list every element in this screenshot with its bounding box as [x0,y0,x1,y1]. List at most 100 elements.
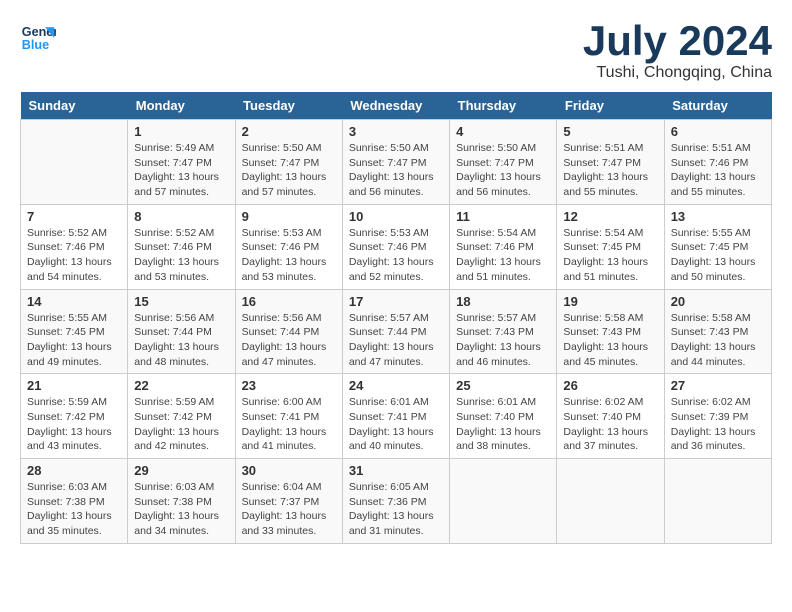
day-number: 27 [671,378,765,393]
day-info: Sunrise: 6:05 AMSunset: 7:36 PMDaylight:… [349,480,443,539]
day-info: Sunrise: 5:58 AMSunset: 7:43 PMDaylight:… [563,311,657,370]
day-cell: 16Sunrise: 5:56 AMSunset: 7:44 PMDayligh… [235,289,342,374]
day-number: 16 [242,294,336,309]
day-info: Sunrise: 5:51 AMSunset: 7:46 PMDaylight:… [671,141,765,200]
day-cell: 5 Sunrise: 5:51 AMSunset: 7:47 PMDaylight… [557,120,664,205]
day-cell: 6 Sunrise: 5:51 AMSunset: 7:46 PMDaylight… [664,120,771,205]
day-number: 20 [671,294,765,309]
day-info: Sunrise: 5:52 AMSunset: 7:46 PMDaylight:… [27,226,121,285]
page-header: General Blue July 2024 Tushi, Chongqing,… [20,20,772,82]
day-number: 1 [134,124,228,139]
day-cell: 21 Sunrise: 5:59 AMSunset: 7:42 PMDayligh… [21,374,128,459]
day-number: 19 [563,294,657,309]
day-number: 8 [134,209,228,224]
day-info: Sunrise: 5:52 AMSunset: 7:46 PMDaylight:… [134,226,228,285]
day-cell: 19 Sunrise: 5:58 AMSunset: 7:43 PMDayligh… [557,289,664,374]
day-info: Sunrise: 5:57 AMSunset: 7:43 PMDaylight:… [456,311,550,370]
day-number: 3 [349,124,443,139]
title-section: July 2024 Tushi, Chongqing, China [583,20,772,82]
day-cell [21,120,128,205]
day-info: Sunrise: 5:54 AMSunset: 7:45 PMDaylight:… [563,226,657,285]
day-cell: 23 Sunrise: 6:00 AMSunset: 7:41 PMDayligh… [235,374,342,459]
week-row-3: 21 Sunrise: 5:59 AMSunset: 7:42 PMDayligh… [21,374,772,459]
calendar-table: Sunday Monday Tuesday Wednesday Thursday… [20,92,772,544]
day-info: Sunrise: 5:55 AMSunset: 7:45 PMDaylight:… [671,226,765,285]
day-cell: 12 Sunrise: 5:54 AMSunset: 7:45 PMDayligh… [557,204,664,289]
day-info: Sunrise: 5:59 AMSunset: 7:42 PMDaylight:… [27,395,121,454]
day-cell: 27Sunrise: 6:02 AMSunset: 7:39 PMDayligh… [664,374,771,459]
day-number: 12 [563,209,657,224]
day-info: Sunrise: 5:50 AMSunset: 7:47 PMDaylight:… [349,141,443,200]
week-row-0: 1 Sunrise: 5:49 AMSunset: 7:47 PMDaylight… [21,120,772,205]
day-cell: 4 Sunrise: 5:50 AMSunset: 7:47 PMDaylight… [450,120,557,205]
day-info: Sunrise: 5:58 AMSunset: 7:43 PMDaylight:… [671,311,765,370]
svg-text:Blue: Blue [22,38,49,52]
day-cell: 24Sunrise: 6:01 AMSunset: 7:41 PMDayligh… [342,374,449,459]
day-cell: 2 Sunrise: 5:50 AMSunset: 7:47 PMDaylight… [235,120,342,205]
day-cell: 25 Sunrise: 6:01 AMSunset: 7:40 PMDayligh… [450,374,557,459]
day-number: 26 [563,378,657,393]
day-info: Sunrise: 5:49 AMSunset: 7:47 PMDaylight:… [134,141,228,200]
day-cell: 17 Sunrise: 5:57 AMSunset: 7:44 PMDayligh… [342,289,449,374]
day-number: 25 [456,378,550,393]
day-info: Sunrise: 5:50 AMSunset: 7:47 PMDaylight:… [242,141,336,200]
day-number: 17 [349,294,443,309]
col-sunday: Sunday [21,92,128,120]
day-cell: 10Sunrise: 5:53 AMSunset: 7:46 PMDayligh… [342,204,449,289]
day-number: 23 [242,378,336,393]
day-info: Sunrise: 5:59 AMSunset: 7:42 PMDaylight:… [134,395,228,454]
day-number: 4 [456,124,550,139]
day-cell: 29 Sunrise: 6:03 AMSunset: 7:38 PMDayligh… [128,459,235,544]
day-info: Sunrise: 6:01 AMSunset: 7:40 PMDaylight:… [456,395,550,454]
logo-icon: General Blue [20,20,56,56]
day-number: 15 [134,294,228,309]
day-cell: 30Sunrise: 6:04 AMSunset: 7:37 PMDayligh… [235,459,342,544]
day-cell [557,459,664,544]
day-info: Sunrise: 6:00 AMSunset: 7:41 PMDaylight:… [242,395,336,454]
day-cell: 3 Sunrise: 5:50 AMSunset: 7:47 PMDaylight… [342,120,449,205]
day-info: Sunrise: 6:03 AMSunset: 7:38 PMDaylight:… [134,480,228,539]
day-number: 5 [563,124,657,139]
day-number: 13 [671,209,765,224]
day-number: 9 [242,209,336,224]
day-number: 18 [456,294,550,309]
day-number: 6 [671,124,765,139]
day-number: 22 [134,378,228,393]
day-cell: 22 Sunrise: 5:59 AMSunset: 7:42 PMDayligh… [128,374,235,459]
day-cell: 14 Sunrise: 5:55 AMSunset: 7:45 PMDayligh… [21,289,128,374]
col-monday: Monday [128,92,235,120]
day-number: 14 [27,294,121,309]
calendar-header-row: Sunday Monday Tuesday Wednesday Thursday… [21,92,772,120]
week-row-4: 28Sunrise: 6:03 AMSunset: 7:38 PMDayligh… [21,459,772,544]
col-friday: Friday [557,92,664,120]
day-cell: 13 Sunrise: 5:55 AMSunset: 7:45 PMDayligh… [664,204,771,289]
day-info: Sunrise: 6:01 AMSunset: 7:41 PMDaylight:… [349,395,443,454]
day-info: Sunrise: 5:50 AMSunset: 7:47 PMDaylight:… [456,141,550,200]
day-cell: 20 Sunrise: 5:58 AMSunset: 7:43 PMDayligh… [664,289,771,374]
day-cell [450,459,557,544]
day-info: Sunrise: 5:55 AMSunset: 7:45 PMDaylight:… [27,311,121,370]
day-info: Sunrise: 5:53 AMSunset: 7:46 PMDaylight:… [349,226,443,285]
day-cell [664,459,771,544]
day-info: Sunrise: 5:54 AMSunset: 7:46 PMDaylight:… [456,226,550,285]
day-cell: 31 Sunrise: 6:05 AMSunset: 7:36 PMDayligh… [342,459,449,544]
logo: General Blue [20,20,56,56]
day-cell: 26 Sunrise: 6:02 AMSunset: 7:40 PMDayligh… [557,374,664,459]
day-number: 21 [27,378,121,393]
day-number: 2 [242,124,336,139]
day-info: Sunrise: 5:53 AMSunset: 7:46 PMDaylight:… [242,226,336,285]
week-row-2: 14 Sunrise: 5:55 AMSunset: 7:45 PMDayligh… [21,289,772,374]
day-cell: 28Sunrise: 6:03 AMSunset: 7:38 PMDayligh… [21,459,128,544]
day-info: Sunrise: 5:57 AMSunset: 7:44 PMDaylight:… [349,311,443,370]
day-info: Sunrise: 6:02 AMSunset: 7:40 PMDaylight:… [563,395,657,454]
day-cell: 8 Sunrise: 5:52 AMSunset: 7:46 PMDaylight… [128,204,235,289]
day-cell: 15Sunrise: 5:56 AMSunset: 7:44 PMDayligh… [128,289,235,374]
day-number: 31 [349,463,443,478]
day-cell: 18 Sunrise: 5:57 AMSunset: 7:43 PMDayligh… [450,289,557,374]
day-number: 29 [134,463,228,478]
day-info: Sunrise: 5:51 AMSunset: 7:47 PMDaylight:… [563,141,657,200]
week-row-1: 7Sunrise: 5:52 AMSunset: 7:46 PMDaylight… [21,204,772,289]
col-tuesday: Tuesday [235,92,342,120]
day-cell: 9 Sunrise: 5:53 AMSunset: 7:46 PMDaylight… [235,204,342,289]
day-number: 30 [242,463,336,478]
